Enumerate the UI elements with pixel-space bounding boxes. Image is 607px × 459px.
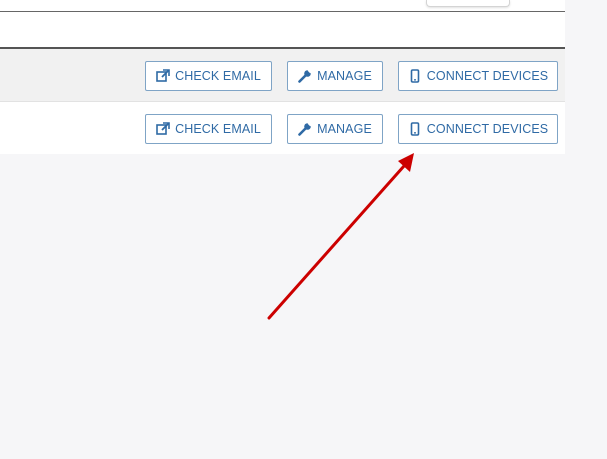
mobile-phone-icon <box>408 122 422 136</box>
top-menu-stub <box>426 0 510 7</box>
check-email-button[interactable]: CHECK EMAIL <box>145 114 272 144</box>
top-divider <box>0 11 565 12</box>
connect-devices-label: CONNECT DEVICES <box>426 122 549 136</box>
table-row: CHECK EMAIL MANAGE CONNECT DEVICES <box>0 49 565 102</box>
manage-label: MANAGE <box>317 69 372 83</box>
mobile-phone-icon <box>408 69 422 83</box>
check-email-label: CHECK EMAIL <box>175 122 261 136</box>
connect-devices-label: CONNECT DEVICES <box>426 69 549 83</box>
check-email-button[interactable]: CHECK EMAIL <box>145 61 272 91</box>
wrench-icon <box>298 122 312 136</box>
manage-label: MANAGE <box>317 122 372 136</box>
external-link-icon <box>156 122 170 136</box>
external-link-icon <box>156 69 170 83</box>
table-row: CHECK EMAIL MANAGE CONNECT DEVICES <box>0 102 565 154</box>
connect-devices-button[interactable]: CONNECT DEVICES <box>398 114 558 144</box>
check-email-label: CHECK EMAIL <box>175 69 261 83</box>
page-header-area <box>0 0 565 48</box>
wrench-icon <box>298 69 312 83</box>
manage-button[interactable]: MANAGE <box>287 114 383 144</box>
manage-button[interactable]: MANAGE <box>287 61 383 91</box>
connect-devices-button[interactable]: CONNECT DEVICES <box>398 61 558 91</box>
